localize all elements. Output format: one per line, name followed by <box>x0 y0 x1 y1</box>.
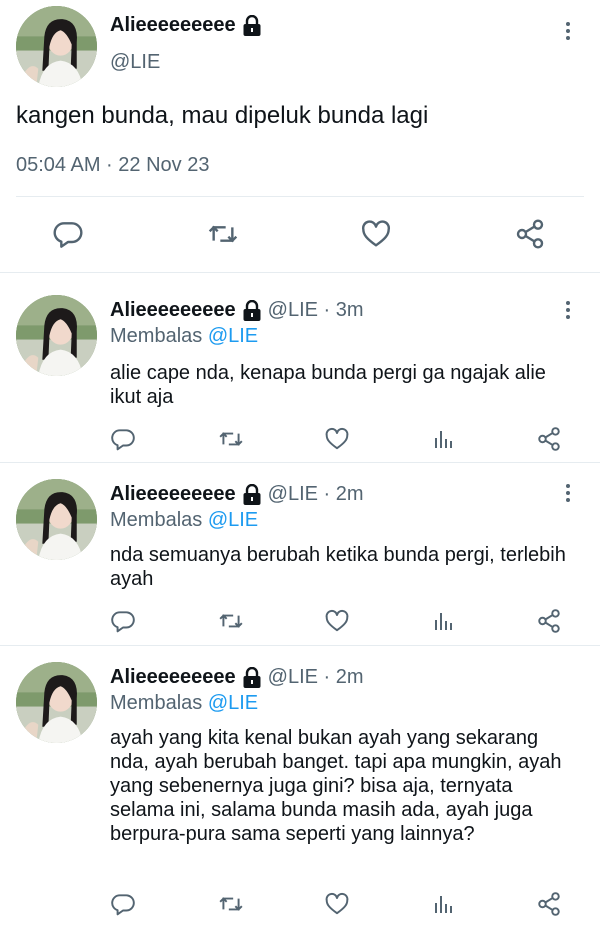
replying-to: Membalas @LIE <box>110 692 258 715</box>
reply-icon <box>110 608 136 634</box>
analytics-button[interactable] <box>428 424 458 454</box>
share-button[interactable] <box>512 216 548 252</box>
display-name[interactable]: Alieeeeeeeee <box>110 483 236 506</box>
reply-header: Alieeeeeeeee @LIE · 2m <box>110 666 364 689</box>
reply-tweet[interactable]: Alieeeeeeeee @LIE · 2m Membalas @LIE aya… <box>0 646 600 929</box>
analytics-icon <box>431 892 455 916</box>
tweet-text: kangen bunda, mau dipeluk bunda lagi <box>16 102 429 129</box>
like-button[interactable] <box>322 889 352 919</box>
retweet-icon <box>218 891 244 917</box>
more-options-icon[interactable] <box>564 301 572 319</box>
analytics-icon <box>431 609 455 633</box>
reply-icon <box>110 891 136 917</box>
like-icon <box>324 891 350 917</box>
mention-link[interactable]: @LIE <box>208 325 258 347</box>
more-options-icon[interactable] <box>564 484 572 502</box>
tweet-timestamp[interactable]: 05:04 AM · 22 Nov 23 <box>16 154 209 177</box>
lock-icon <box>242 484 262 506</box>
retweet-button[interactable] <box>216 889 246 919</box>
share-icon <box>536 891 562 917</box>
display-name: Alieeeeeeeee <box>110 14 236 36</box>
tweet-actions <box>0 216 600 256</box>
reply-icon <box>52 218 84 250</box>
replying-label: Membalas <box>110 509 208 531</box>
retweet-button[interactable] <box>205 216 241 252</box>
reply-button[interactable] <box>108 889 138 919</box>
like-icon <box>324 426 350 452</box>
display-name[interactable]: Alieeeeeeeee <box>110 666 236 689</box>
reply-text: ayah yang kita kenal bukan ayah yang sek… <box>110 727 562 845</box>
avatar[interactable] <box>16 479 97 560</box>
analytics-button[interactable] <box>428 889 458 919</box>
reply-text: alie cape nda, kenapa bunda pergi ga nga… <box>110 362 546 408</box>
retweet-icon <box>218 608 244 634</box>
reply-tweet[interactable]: Alieeeeeeeee @LIE · 3m Membalas @LIE ali… <box>0 273 600 463</box>
more-options-icon[interactable] <box>564 22 572 40</box>
replying-label: Membalas <box>110 692 208 714</box>
share-button[interactable] <box>534 424 564 454</box>
reply-icon <box>110 426 136 452</box>
replying-label: Membalas <box>110 325 208 347</box>
author-handle[interactable]: @LIE <box>110 51 160 74</box>
reply-text: nda semuanya berubah ketika bunda pergi,… <box>110 544 566 590</box>
avatar[interactable] <box>16 662 97 743</box>
share-icon <box>536 608 562 634</box>
like-button[interactable] <box>322 424 352 454</box>
share-icon <box>514 218 546 250</box>
analytics-icon <box>431 427 455 451</box>
reply-header: Alieeeeeeeee @LIE · 3m <box>110 299 364 322</box>
author-name[interactable]: Alieeeeeeeee <box>110 14 262 37</box>
mention-link[interactable]: @LIE <box>208 509 258 531</box>
like-icon <box>360 218 392 250</box>
lock-icon <box>242 15 262 37</box>
share-button[interactable] <box>534 889 564 919</box>
retweet-button[interactable] <box>216 606 246 636</box>
replying-to: Membalas @LIE <box>110 325 258 348</box>
lock-icon <box>242 667 262 689</box>
reply-button[interactable] <box>50 216 86 252</box>
replying-to: Membalas @LIE <box>110 509 258 532</box>
handle-time: @LIE · 2m <box>267 666 364 688</box>
retweet-icon <box>218 426 244 452</box>
like-button[interactable] <box>358 216 394 252</box>
like-button[interactable] <box>322 606 352 636</box>
like-icon <box>324 608 350 634</box>
retweet-icon <box>207 218 239 250</box>
reply-button[interactable] <box>108 606 138 636</box>
avatar[interactable] <box>16 6 97 87</box>
reply-actions <box>0 424 600 454</box>
lock-icon <box>242 300 262 322</box>
divider <box>16 196 584 197</box>
handle-time: @LIE · 3m <box>267 299 364 321</box>
reply-actions <box>0 889 600 919</box>
display-name[interactable]: Alieeeeeeeee <box>110 299 236 322</box>
mention-link[interactable]: @LIE <box>208 692 258 714</box>
analytics-button[interactable] <box>428 606 458 636</box>
reply-tweet[interactable]: Alieeeeeeeee @LIE · 2m Membalas @LIE nda… <box>0 463 600 646</box>
reply-actions <box>0 606 600 636</box>
handle-time: @LIE · 2m <box>267 483 364 505</box>
share-icon <box>536 426 562 452</box>
share-button[interactable] <box>534 606 564 636</box>
reply-button[interactable] <box>108 424 138 454</box>
retweet-button[interactable] <box>216 424 246 454</box>
reply-header: Alieeeeeeeee @LIE · 2m <box>110 483 364 506</box>
avatar[interactable] <box>16 295 97 376</box>
